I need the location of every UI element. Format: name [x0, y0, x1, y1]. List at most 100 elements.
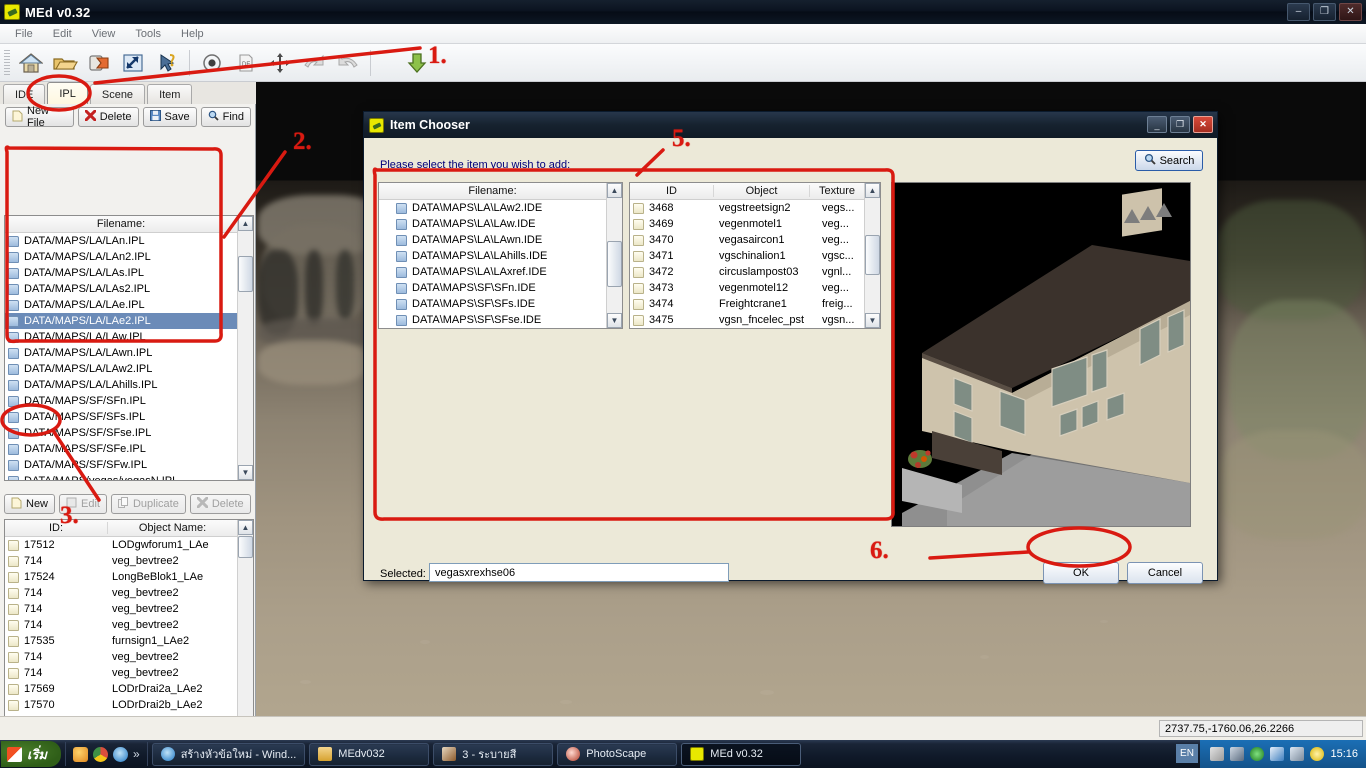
- table-row[interactable]: 17569 LODrDrai2a_LAe2: [5, 681, 253, 697]
- table-row[interactable]: 3473 vegenmotel12 veg...: [630, 280, 880, 296]
- table-row[interactable]: 714 veg_bevtree2: [5, 665, 253, 681]
- selected-input[interactable]: vegasxrexhse06: [429, 563, 729, 582]
- table-row[interactable]: 3471 vgschinalion1 vgsc...: [630, 248, 880, 264]
- ipl-file-list[interactable]: Filename: DATA/MAPS/LA/LAn.IPL DATA/MAPS/…: [4, 215, 254, 481]
- clock[interactable]: 15:16: [1330, 748, 1358, 760]
- table-row[interactable]: 3474 Freightcrane1 freig...: [630, 296, 880, 312]
- list-item[interactable]: DATA/MAPS/SF/SFn.IPL: [5, 393, 253, 409]
- scroll-up-icon[interactable]: ▲: [238, 520, 253, 535]
- menu-edit[interactable]: Edit: [44, 26, 81, 42]
- item-scroll-thumb[interactable]: [865, 235, 880, 275]
- list-item[interactable]: DATA/MAPS/LA/LAn2.IPL: [5, 249, 253, 265]
- network-disconnected-icon[interactable]: [1230, 747, 1245, 761]
- tab-item[interactable]: Item: [147, 84, 193, 104]
- list-item[interactable]: DATA\MAPS\SF\SFe.IDE: [379, 328, 622, 329]
- table-row[interactable]: 3469 vegenmotel1 veg...: [630, 216, 880, 232]
- table-row[interactable]: 3475 vgsn_fncelec_pst vgsn...: [630, 312, 880, 328]
- scroll-down-icon[interactable]: ▼: [238, 465, 253, 480]
- toolbar-grip[interactable]: [4, 49, 10, 76]
- list-item[interactable]: DATA/MAPS/LA/LAw.IPL: [5, 329, 253, 345]
- ok-button[interactable]: OK: [1043, 562, 1119, 584]
- chevron-more-icon[interactable]: »: [133, 747, 140, 761]
- table-row[interactable]: 3472 circuslampost03 vgnl...: [630, 264, 880, 280]
- list-item[interactable]: DATA\MAPS\LA\LAxref.IDE: [379, 264, 622, 280]
- update-icon[interactable]: [1270, 747, 1285, 761]
- ipl-scroll-thumb[interactable]: [238, 256, 253, 292]
- maximize-button[interactable]: ❐: [1313, 3, 1336, 21]
- dialog-minimize-button[interactable]: _: [1147, 116, 1167, 133]
- delete-object-button[interactable]: Delete: [189, 494, 251, 514]
- scroll-down-icon[interactable]: ▼: [607, 313, 622, 328]
- list-item[interactable]: DATA\MAPS\LA\LAhills.IDE: [379, 248, 622, 264]
- chrome-icon[interactable]: [93, 746, 108, 762]
- select-cursor-icon[interactable]: [150, 47, 184, 79]
- task-button-browser[interactable]: สร้างหัวข้อใหม่ - Wind...: [151, 742, 306, 766]
- minimize-button[interactable]: –: [1287, 3, 1310, 21]
- table-row[interactable]: 17512 LODgwforum1_LAe: [5, 537, 253, 553]
- scroll-up-icon[interactable]: ▲: [865, 183, 880, 198]
- cancel-button[interactable]: Cancel: [1127, 562, 1203, 584]
- list-item[interactable]: DATA/MAPS/LA/LAs.IPL: [5, 265, 253, 281]
- table-row[interactable]: 3476lodllintvgn1bball...: [630, 328, 880, 329]
- scroll-up-icon[interactable]: ▲: [607, 183, 622, 198]
- shield-icon[interactable]: [1250, 747, 1265, 761]
- scroll-up-icon[interactable]: ▲: [238, 216, 253, 231]
- folder-open-icon[interactable]: [48, 47, 82, 79]
- table-row[interactable]: 17524 LongBeBlok1_LAe: [5, 569, 253, 585]
- tab-ide[interactable]: IDE: [3, 84, 46, 104]
- ipl-scrollbar[interactable]: ▲ ▼: [237, 216, 253, 480]
- find-button[interactable]: Find: [200, 107, 251, 127]
- home-icon[interactable]: [14, 47, 48, 79]
- list-item[interactable]: DATA/MAPS/LA/LAn.IPL: [5, 233, 253, 249]
- new-file-button[interactable]: New File: [5, 105, 74, 129]
- table-row[interactable]: 714 veg_bevtree2: [5, 585, 253, 601]
- list-item[interactable]: DATA\MAPS\LA\LAw2.IDE: [379, 200, 622, 216]
- tab-ipl[interactable]: IPL: [47, 82, 88, 104]
- new-object-button[interactable]: New: [4, 494, 56, 514]
- language-indicator[interactable]: EN: [1176, 744, 1198, 763]
- table-row[interactable]: 17535 furnsign1_LAe2: [5, 633, 253, 649]
- ide-scrollbar[interactable]: ▲ ▼: [606, 183, 622, 328]
- task-button-photoscape[interactable]: PhotoScape: [557, 742, 678, 766]
- table-row[interactable]: 3468 vegstreetsign2 vegs...: [630, 200, 880, 216]
- list-item[interactable]: DATA\MAPS\LA\LAw.IDE: [379, 216, 622, 232]
- ide-file-icon[interactable]: DE: [229, 47, 263, 79]
- list-item[interactable]: DATA\MAPS\LA\LAwn.IDE: [379, 232, 622, 248]
- search-button[interactable]: Search: [1135, 150, 1203, 171]
- list-item[interactable]: DATA/MAPS/LA/LAw2.IPL: [5, 361, 253, 377]
- list-item[interactable]: DATA/MAPS/LA/LAs2.IPL: [5, 281, 253, 297]
- tag-icon[interactable]: [82, 47, 116, 79]
- list-item[interactable]: DATA/MAPS/SF/SFs.IPL: [5, 409, 253, 425]
- list-item[interactable]: DATA\MAPS\SF\SFn.IDE: [379, 280, 622, 296]
- list-item[interactable]: DATA/MAPS/LA/LAhills.IPL: [5, 377, 253, 393]
- list-item[interactable]: DATA/MAPS/SF/SFw.IPL: [5, 457, 253, 473]
- list-item[interactable]: DATA/MAPS/LA/LAwn.IPL: [5, 345, 253, 361]
- internet-explorer-icon[interactable]: [113, 746, 128, 762]
- close-button[interactable]: ✕: [1339, 3, 1362, 21]
- list-item[interactable]: DATA/MAPS/vegas/vegasN.IPL: [5, 473, 253, 480]
- security-alert-icon[interactable]: [1210, 747, 1225, 761]
- show-desktop-icon[interactable]: [73, 746, 88, 762]
- table-row[interactable]: 17570 LODrDrai2b_LAe2: [5, 697, 253, 713]
- disc-icon[interactable]: [1310, 747, 1325, 761]
- item-scrollbar[interactable]: ▲ ▼: [864, 183, 880, 328]
- list-item[interactable]: DATA/MAPS/LA/LAe2.IPL: [5, 313, 253, 329]
- table-row[interactable]: 714 veg_bevtree2: [5, 649, 253, 665]
- start-button[interactable]: เริ่ม: [1, 741, 61, 767]
- table-row[interactable]: 3470 vegasaircon1 veg...: [630, 232, 880, 248]
- tab-scene[interactable]: Scene: [89, 84, 146, 104]
- menu-view[interactable]: View: [83, 26, 125, 42]
- table-row[interactable]: 714 veg_bevtree2: [5, 601, 253, 617]
- list-item[interactable]: DATA\MAPS\SF\SFse.IDE: [379, 312, 622, 328]
- task-button-medv032[interactable]: MEdv032: [309, 742, 430, 766]
- 3d-model-preview[interactable]: [891, 182, 1191, 527]
- task-button-med[interactable]: MEd v0.32: [681, 742, 802, 766]
- task-button-paint[interactable]: 3 - ระบายสี: [433, 742, 554, 766]
- list-item[interactable]: DATA\MAPS\SF\SFs.IDE: [379, 296, 622, 312]
- record-icon[interactable]: [195, 47, 229, 79]
- object-scroll-thumb[interactable]: [238, 536, 253, 558]
- list-item[interactable]: DATA/MAPS/SF/SFse.IPL: [5, 425, 253, 441]
- item-object-list[interactable]: ID Object Texture 3468 vegstreetsign2 vegs…: [629, 182, 881, 329]
- resize-arrow-icon[interactable]: [116, 47, 150, 79]
- volume-icon[interactable]: [1290, 747, 1305, 761]
